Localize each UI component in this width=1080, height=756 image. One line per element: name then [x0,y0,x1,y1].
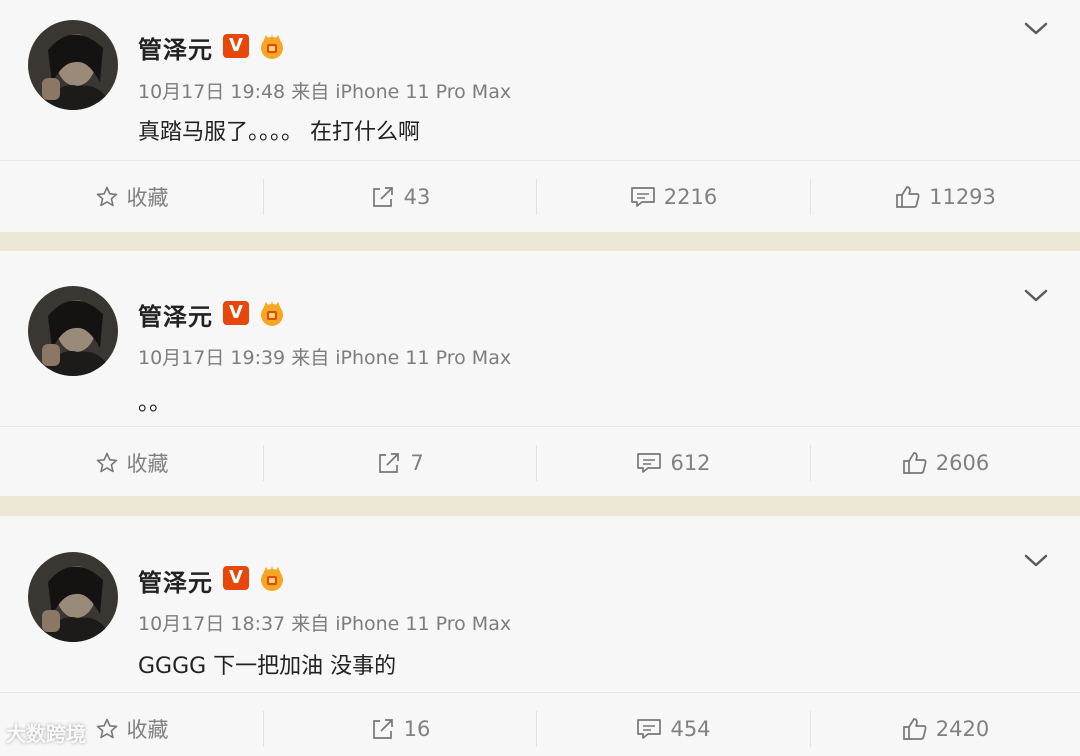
repost-button[interactable]: 43 [264,161,536,232]
like-button[interactable]: 2420 [811,693,1080,756]
favorite-label: 收藏 [126,718,169,742]
weibo-feed: 管泽元 V 10月17日 19:48 来自 iPhone 11 Pro Max … [0,0,1080,756]
favorite-label: 收藏 [126,452,169,476]
comment-button[interactable]: 612 [537,427,810,496]
comment-count: 612 [670,451,711,475]
share-arrow-icon [372,719,393,739]
like-count: 2606 [935,451,990,475]
chevron-down-icon[interactable] [1024,554,1048,568]
crown-badge-icon [261,301,283,326]
comment-bubble-icon [637,453,662,473]
post-content: 。。 [138,391,172,416]
avatar[interactable] [28,552,118,642]
verified-badge-icon: V [223,301,249,325]
star-outline-icon [96,718,117,739]
like-button[interactable]: 11293 [811,161,1080,232]
favorite-label: 收藏 [126,186,169,210]
comment-bubble-icon [637,719,662,739]
post-card: 管泽元 V 10月17日 18:37 来自 iPhone 11 Pro Max … [0,516,1080,756]
repost-button[interactable]: 7 [264,427,536,496]
post-card: 管泽元 V 10月17日 19:48 来自 iPhone 11 Pro Max … [0,0,1080,232]
thumbs-up-icon [896,186,920,208]
like-count: 11293 [929,185,996,209]
verified-badge-icon: V [223,34,249,58]
chevron-down-icon[interactable] [1024,289,1048,303]
chevron-down-icon[interactable] [1024,22,1048,36]
star-outline-icon [96,186,117,207]
action-bar: 收藏 7 612 2606 [0,426,1080,496]
post-meta: 10月17日 18:37 来自 iPhone 11 Pro Max [138,613,512,635]
repost-count: 43 [403,185,431,209]
post-content: GGGG 下一把加油 没事的 [138,654,397,679]
avatar[interactable] [28,20,118,110]
username[interactable]: 管泽元 [138,563,213,598]
thumbs-up-icon [902,718,927,740]
action-bar: 收藏 43 2216 11293 [0,160,1080,232]
like-count: 2420 [935,717,990,741]
repost-button[interactable]: 16 [264,693,536,756]
crown-badge-icon [261,566,283,591]
comment-button[interactable]: 2216 [537,161,810,232]
comment-count: 454 [670,717,711,741]
username[interactable]: 管泽元 [138,297,213,332]
verified-badge-icon: V [223,566,249,590]
star-outline-icon [96,452,117,473]
favorite-button[interactable]: 收藏 [0,427,263,496]
post-card: 管泽元 V 10月17日 19:39 来自 iPhone 11 Pro Max … [0,251,1080,496]
thumbs-up-icon [902,452,927,474]
share-arrow-icon [379,453,400,473]
repost-count: 7 [410,451,424,475]
like-button[interactable]: 2606 [811,427,1080,496]
post-meta: 10月17日 19:39 来自 iPhone 11 Pro Max [138,347,512,369]
crown-badge-icon [261,34,283,59]
comment-bubble-icon [630,187,655,207]
repost-count: 16 [403,717,431,741]
post-content: 真踏马服了。。。。 在打什么啊 [138,120,420,145]
share-arrow-icon [372,187,393,207]
favorite-button[interactable]: 收藏 [0,161,263,232]
username[interactable]: 管泽元 [138,30,213,65]
watermark: 大数跨境 [6,722,86,746]
post-meta: 10月17日 19:48 来自 iPhone 11 Pro Max [138,81,512,103]
avatar[interactable] [28,286,118,376]
action-bar: 收藏 16 454 2420 [0,692,1080,756]
comment-button[interactable]: 454 [537,693,810,756]
comment-count: 2216 [663,185,718,209]
